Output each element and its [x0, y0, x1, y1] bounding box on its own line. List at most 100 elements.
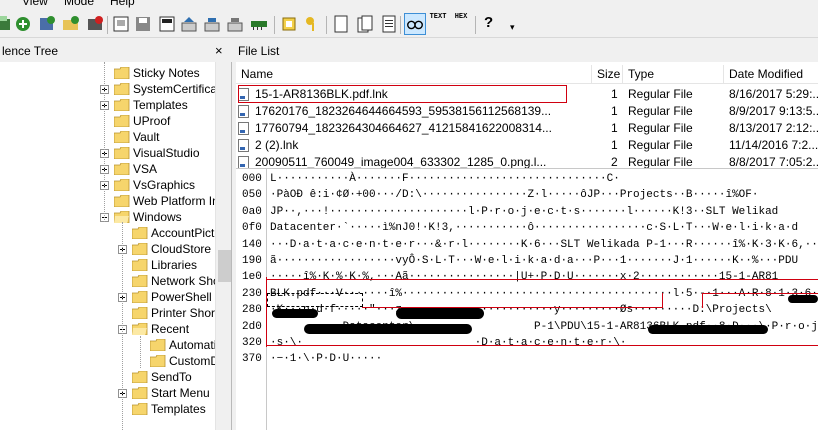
tree-pane-close-icon[interactable]: ×: [215, 41, 223, 61]
tree-item[interactable]: Recent: [118, 321, 189, 337]
file-row[interactable]: 17760794_1823264304664627_41215841622008…: [236, 120, 818, 137]
tree-item-label: AccountPictu: [151, 226, 222, 240]
tree-item-label: Templates: [133, 98, 188, 112]
tree-item[interactable]: UProof: [114, 113, 170, 129]
tree-item[interactable]: VSA: [100, 161, 157, 177]
tree-pane-title: lence Tree: [2, 44, 59, 58]
folder-icon: [114, 131, 130, 143]
hex-text: L···········À·······F···················…: [270, 173, 620, 185]
file-size: 1: [611, 104, 618, 118]
export-hash-icon[interactable]: [203, 15, 221, 33]
text-view-button[interactable]: TEXT: [429, 13, 447, 21]
new-doc-icon[interactable]: [332, 15, 350, 33]
file-type: Regular File: [628, 121, 693, 135]
annotation-red-line-6: [266, 345, 818, 346]
tree-item-label: CloudStore: [151, 242, 212, 256]
tree-item[interactable]: SendTo: [132, 369, 192, 385]
shortcut-file-icon: [238, 88, 249, 101]
toolbar: TEXT HEX ? ▾: [0, 8, 818, 38]
key-icon[interactable]: [304, 15, 322, 33]
folder-icon: [114, 147, 130, 159]
tree-item[interactable]: VsGraphics: [100, 177, 195, 193]
save-icon[interactable]: [134, 15, 152, 33]
tree-item[interactable]: Windows: [100, 209, 182, 225]
mount-icon[interactable]: [280, 15, 298, 33]
folder-icon: [114, 179, 130, 191]
hex-text: Datacenter·`·····ì%nJ0!·K!3,···········ô…: [270, 222, 799, 235]
evidence-tree[interactable]: Sticky Notes SystemCertificate Templates UP…: [0, 62, 232, 430]
menu-view[interactable]: View: [22, 0, 48, 8]
column-date-modified[interactable]: Date Modified: [729, 67, 803, 81]
add-folder-icon[interactable]: [62, 15, 80, 33]
tree-item[interactable]: CloudStore: [118, 241, 212, 257]
tree-item[interactable]: Network Sho: [132, 273, 220, 289]
hex-offset: 1e0: [242, 271, 262, 284]
hex-offset: 320: [242, 337, 262, 349]
help-icon[interactable]: ?: [484, 14, 493, 31]
hex-view-button[interactable]: HEX: [452, 13, 470, 21]
folder-icon: [132, 291, 148, 303]
file-name: 17760794_1823264304664627_41215841622008…: [255, 121, 552, 135]
file-name: 17620176_1823264644664593_59538156112568…: [255, 104, 552, 118]
column-type[interactable]: Type: [628, 67, 654, 81]
file-date-modified: 8/9/2017 9:13:5...: [729, 104, 818, 118]
tree-item[interactable]: SystemCertificate: [100, 81, 228, 97]
folder-icon: [132, 243, 148, 255]
hex-offset: 140: [242, 238, 262, 251]
tree-item[interactable]: Templates: [132, 401, 206, 417]
file-list: Name Size Type Date Modified 15-1-AR8136…: [236, 62, 818, 168]
export-dir-icon[interactable]: [226, 15, 244, 33]
overflow-icon[interactable]: ▾: [510, 22, 515, 33]
copy-doc-icon[interactable]: [356, 15, 374, 33]
tree-scrollbar[interactable]: [215, 62, 231, 430]
hex-text: ·−·1·\·P·D·U·····: [270, 353, 383, 366]
column-size[interactable]: Size: [597, 67, 620, 81]
filelist-pane-header: File List: [238, 41, 818, 61]
tree-item[interactable]: AccountPictu: [132, 225, 221, 241]
remove-evidence-icon[interactable]: [86, 15, 104, 33]
tree-item[interactable]: Start Menu: [118, 385, 210, 401]
file-row[interactable]: 17620176_1823264644664593_59538156112568…: [236, 103, 818, 120]
tree-item[interactable]: Libraries: [132, 257, 197, 273]
tree-item[interactable]: Templates: [100, 97, 188, 113]
tree-item[interactable]: Web Platform Ins: [114, 193, 225, 209]
file-list-header: Name Size Type Date Modified: [236, 65, 818, 84]
evidence-icon[interactable]: [0, 15, 12, 33]
tree-item[interactable]: Printer Shorte: [132, 305, 225, 321]
file-date-modified: 8/16/2017 5:29:...: [729, 87, 818, 101]
tree-item[interactable]: Vault: [114, 129, 159, 145]
redaction-mark: [648, 325, 768, 334]
properties-icon[interactable]: [380, 15, 398, 33]
add-image-icon[interactable]: [38, 15, 56, 33]
file-row[interactable]: 2 (2).lnk 1 Regular File 11/14/2016 7:2...: [236, 137, 818, 154]
hex-offset: 0f0: [242, 222, 262, 235]
tree-item[interactable]: Automati: [150, 337, 216, 353]
folder-icon: [114, 67, 130, 79]
selection-highlight-top: [238, 85, 567, 86]
tree-item[interactable]: Sticky Notes: [114, 65, 200, 81]
hex-view[interactable]: 000 L···········À·······F················…: [236, 168, 818, 430]
tree-item-label: CustomD: [169, 354, 220, 368]
shortcut-file-icon: [238, 156, 249, 168]
export-icon[interactable]: [180, 15, 198, 33]
tree-item-label: VisualStudio: [133, 146, 200, 160]
tree-item[interactable]: VisualStudio: [100, 145, 200, 161]
menu-help[interactable]: Help: [110, 0, 135, 8]
tree-item-label: SystemCertificate: [133, 82, 228, 96]
verify-icon[interactable]: [158, 15, 176, 33]
hex-offset: 0a0: [242, 205, 262, 218]
file-name: 2 (2).lnk: [255, 138, 299, 152]
menu-mode[interactable]: Mode: [64, 0, 94, 8]
create-image-icon[interactable]: [112, 15, 130, 33]
tree-item-label: Vault: [133, 130, 160, 144]
tree-scrollbar-thumb[interactable]: [218, 250, 231, 282]
memory-icon[interactable]: [250, 15, 268, 33]
hex-offset: 050: [242, 189, 262, 202]
file-row[interactable]: 15-1-AR8136BLK.pdf.lnk 1 Regular File 8/16/…: [236, 86, 818, 103]
file-row[interactable]: 20090511_760049_image004_633302_1285_0.p…: [236, 154, 818, 168]
add-evidence-icon[interactable]: [14, 15, 32, 33]
auto-view-icon[interactable]: [404, 13, 426, 35]
tree-item[interactable]: PowerShell: [118, 289, 212, 305]
column-name[interactable]: Name: [241, 67, 273, 81]
tree-item[interactable]: CustomD: [150, 353, 219, 369]
